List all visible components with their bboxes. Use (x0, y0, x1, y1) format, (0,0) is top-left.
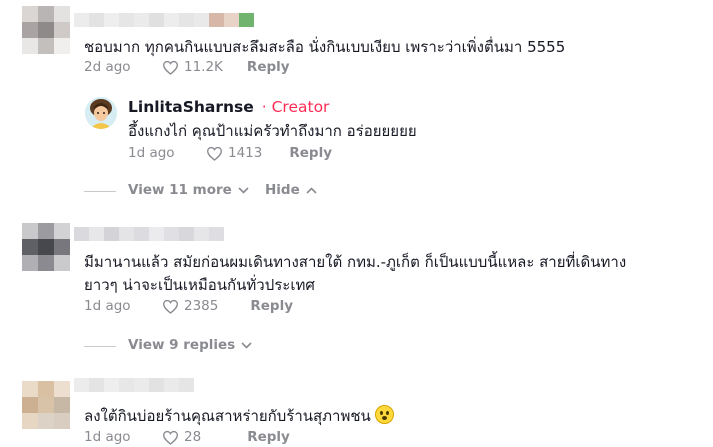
like-button[interactable]: 28 (162, 429, 201, 445)
creator-separator: · (261, 98, 267, 116)
reply-button[interactable]: Reply (247, 59, 290, 75)
reply-button[interactable]: Reply (289, 145, 332, 161)
like-button[interactable]: 1413 (206, 145, 262, 161)
view-replies-button[interactable]: View 9 replies (128, 337, 252, 353)
avatar-blurred[interactable] (22, 6, 70, 54)
view-replies-label: View 9 replies (128, 337, 236, 353)
creator-badge: Creator (271, 98, 330, 116)
reply-meta: 1d ago 1413 Reply (128, 143, 332, 163)
like-button[interactable]: 2385 (162, 298, 218, 314)
chevron-down-icon (238, 186, 249, 194)
like-count: 1413 (228, 145, 263, 161)
reply-text: อึ้งแกงไก่ คุณป้าแม่ครัวทำถึงมาก อร่อยยย… (128, 122, 417, 140)
creator-avatar-illustration (85, 97, 117, 129)
comment-time: 1d ago (84, 298, 131, 314)
like-button[interactable]: 11.2K (162, 59, 223, 75)
avatar-blurred[interactable] (22, 381, 70, 429)
chevron-down-icon (241, 341, 252, 349)
like-count: 11.2K (184, 59, 223, 75)
smiling-face-emoji (374, 405, 394, 424)
chevron-up-icon (306, 186, 317, 194)
creator-header: LinlitaSharnse · Creator (128, 94, 329, 120)
view-more-label: View 11 more (128, 182, 232, 198)
thread-divider (84, 346, 116, 347)
avatar-blurred[interactable] (22, 223, 70, 271)
reply-button[interactable]: Reply (247, 429, 290, 445)
view-more-replies-button[interactable]: View 11 more (128, 182, 249, 198)
like-count: 28 (184, 429, 202, 445)
heart-icon (206, 146, 223, 161)
like-count: 2385 (184, 298, 219, 314)
heart-icon (162, 430, 179, 445)
comment-meta: 1d ago 2385 Reply (84, 296, 293, 316)
comment-meta: 1d ago 28 Reply (84, 427, 290, 447)
creator-avatar[interactable] (85, 97, 117, 129)
comment-text: ลงใต้กินบ่อยร้านคุณสาหร่ายกับร้านสุภาพชน (84, 403, 394, 429)
comment-time: 1d ago (84, 429, 131, 445)
heart-icon (162, 299, 179, 314)
hide-replies-button[interactable]: Hide (265, 182, 317, 198)
hide-label: Hide (265, 182, 300, 198)
comment-time: 2d ago (84, 59, 131, 75)
comment-text-line-2: ยาวๆ น่าจะเป็นเหมือนกันทั่วประเทศ (84, 276, 315, 294)
comment-meta: 2d ago 11.2K Reply (84, 57, 290, 77)
username-blurred[interactable] (74, 227, 224, 241)
creator-username[interactable]: LinlitaSharnse (128, 98, 254, 116)
thread-divider (84, 191, 116, 192)
username-blurred[interactable] (74, 13, 254, 27)
comment-text-body: ลงใต้กินบ่อยร้านคุณสาหร่ายกับร้านสุภาพชน (84, 407, 371, 425)
reply-time: 1d ago (128, 145, 175, 161)
username-blurred[interactable] (74, 378, 194, 392)
reply-button[interactable]: Reply (250, 298, 293, 314)
heart-icon (162, 60, 179, 75)
